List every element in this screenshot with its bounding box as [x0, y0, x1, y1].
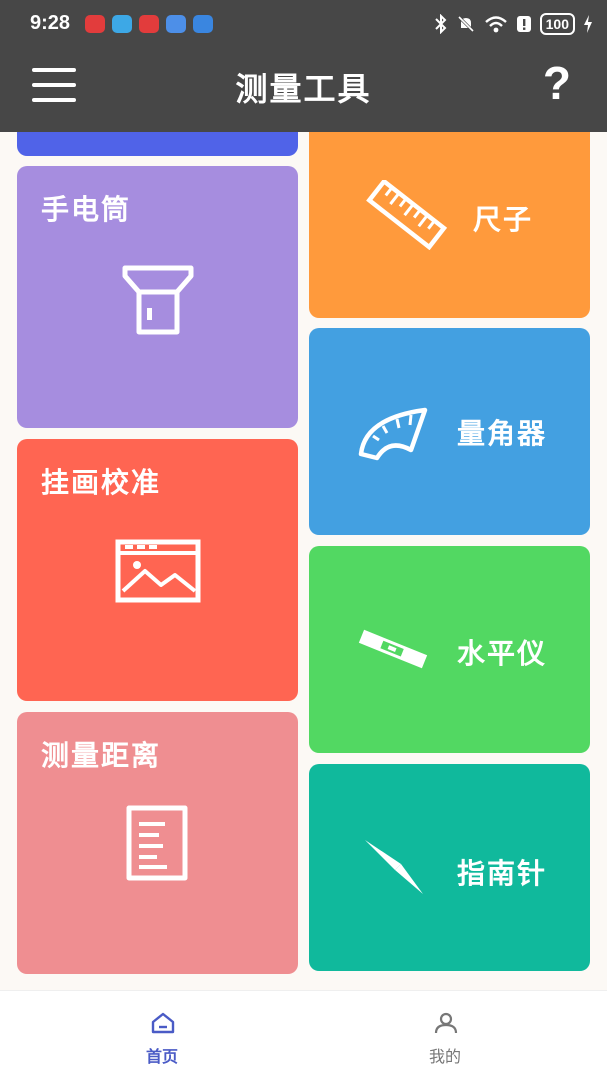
status-notification-icons	[85, 15, 213, 33]
browser-app-icon	[112, 15, 132, 33]
globe-app-icon	[166, 15, 186, 33]
spirit-level-icon	[358, 629, 428, 669]
help-button[interactable]: ?	[543, 56, 571, 110]
tool-card-title: 测量距离	[41, 739, 162, 772]
huawei-app-icon	[85, 15, 105, 33]
huawei-app-icon	[139, 15, 159, 33]
battery-indicator: 100	[539, 13, 575, 35]
app-bar: 测量工具 ?	[0, 50, 607, 132]
tool-card-protractor[interactable]: 量角器	[309, 328, 590, 535]
cloud-app-icon	[193, 15, 213, 33]
tool-card-title: 手电筒	[41, 193, 132, 226]
user-icon	[434, 1012, 458, 1034]
page-title: 测量工具	[235, 70, 372, 108]
status-right-icons: 100	[434, 13, 593, 35]
compass-needle-icon	[365, 840, 423, 894]
wifi-icon	[484, 16, 507, 33]
tool-card-level[interactable]: 水平仪	[309, 546, 590, 753]
mute-bell-icon	[457, 15, 474, 33]
tool-card-partial[interactable]	[17, 132, 298, 156]
bluetooth-icon	[434, 14, 447, 34]
tool-card-ruler[interactable]: 尺子	[309, 132, 590, 318]
tool-card-title: 量角器	[457, 417, 548, 450]
tool-card-flashlight[interactable]: 手电筒	[17, 166, 298, 428]
picture-frame-icon	[115, 539, 201, 603]
alert-icon	[516, 16, 531, 32]
charging-icon	[584, 15, 592, 33]
status-bar: 9:28 100	[0, 0, 607, 50]
flashlight-icon	[122, 265, 194, 335]
nav-mine-label: 我的	[428, 1047, 461, 1066]
home-icon	[151, 1012, 175, 1034]
nav-home[interactable]: 首页	[10, 991, 314, 1080]
tool-grid[interactable]: 手电筒 尺子 量角器 挂画校准 水平仪 测量距离 指南针	[0, 132, 607, 990]
tool-card-title: 挂画校准	[41, 466, 162, 499]
protractor-icon	[358, 407, 428, 461]
nav-mine[interactable]: 我的	[293, 991, 597, 1080]
document-list-icon	[126, 805, 188, 881]
bottom-navigation: 首页 我的	[0, 990, 607, 1080]
ruler-icon	[366, 180, 448, 250]
tool-card-picture-level[interactable]: 挂画校准	[17, 439, 298, 701]
nav-home-label: 首页	[145, 1047, 178, 1066]
status-time: 9:28	[30, 12, 71, 34]
tool-card-title: 尺子	[473, 203, 534, 236]
tool-card-compass[interactable]: 指南针	[309, 764, 590, 971]
tool-card-distance[interactable]: 测量距离	[17, 712, 298, 974]
tool-card-title: 水平仪	[457, 637, 548, 670]
tool-card-title: 指南针	[457, 857, 548, 890]
